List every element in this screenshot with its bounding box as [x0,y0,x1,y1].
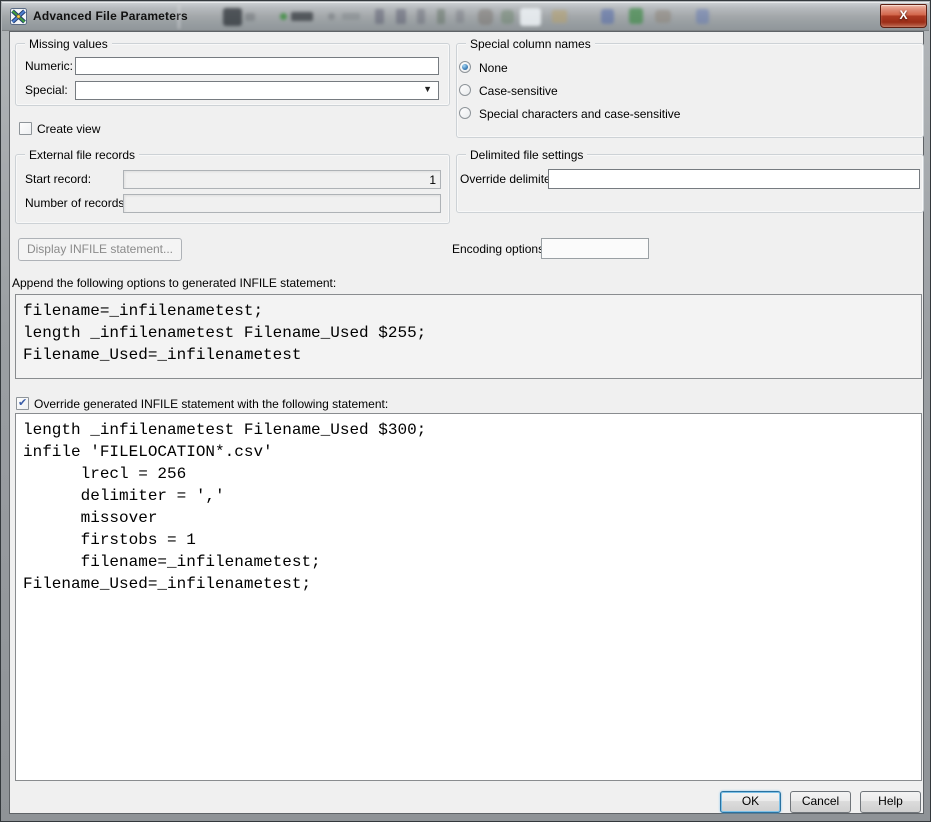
start-record-input[interactable] [123,170,441,189]
override-statement-checkbox[interactable] [16,396,29,410]
blurred-toolbar-icon [629,8,643,24]
numeric-label: Numeric: [25,59,74,73]
start-record-label: Start record: [25,172,92,186]
group-external-file-records-label: External file records [25,148,140,162]
override-delimiter-input[interactable] [548,169,920,189]
radio-special-characters-label[interactable]: Special characters and case-sensitive [479,107,680,121]
number-of-records-label: Number of records: [25,196,128,210]
override-statement-code[interactable]: length _infilenametest Filename_Used $30… [15,413,922,781]
group-delimited-file-settings-label: Delimited file settings [466,148,588,162]
display-infile-statement-button[interactable]: Display INFILE statement... [18,238,182,261]
dialog-window: Advanced File Parameters X Missing value… [0,0,931,822]
group-special-column-names-label: Special column names [466,37,595,51]
blurred-toolbar-icon [375,9,384,24]
blurred-toolbar-icon [223,8,242,26]
blurred-toolbar-icon [342,13,360,20]
blurred-toolbar-icon [178,5,180,29]
override-statement-label: Override generated INFILE statement with… [34,397,389,411]
group-missing-values-label: Missing values [25,37,112,51]
blurred-toolbar-icon [501,10,514,24]
append-options-label: Append the following options to generate… [12,276,337,290]
app-icon [10,8,27,25]
number-of-records-input[interactable] [123,194,441,213]
window-title: Advanced File Parameters [33,9,188,23]
blurred-toolbar-icon [328,13,335,20]
radio-special-characters[interactable] [459,107,471,119]
blurred-toolbar-icon [280,13,287,20]
create-view-checkbox[interactable] [19,122,32,135]
blurred-toolbar-icon [291,12,313,21]
override-delimiter-label: Override delimiter: [460,172,559,186]
help-button-label: Help [878,794,903,808]
blurred-toolbar-icon [396,9,406,24]
chevron-down-icon[interactable]: ▼ [423,84,432,94]
ok-button-label: OK [741,794,760,808]
close-icon: X [899,8,908,22]
dialog-content: Missing values Numeric: Special: ▼ Creat… [9,31,924,814]
blurred-toolbar-icon [655,10,671,23]
blurred-toolbar-icon [601,9,614,24]
special-label: Special: [25,83,68,97]
radio-none-label[interactable]: None [479,61,508,75]
help-button[interactable]: Help [860,791,921,813]
blurred-toolbar-icon [417,9,425,24]
blurred-toolbar-icon [245,13,255,21]
titlebar[interactable]: Advanced File Parameters X [2,2,929,31]
encoding-options-label: Encoding options: [452,242,548,256]
cancel-button-label: Cancel [801,794,840,808]
blurred-toolbar-icon [696,9,709,24]
radio-none[interactable] [459,61,471,73]
close-button[interactable]: X [880,4,927,28]
group-external-file-records: External file records [15,148,450,224]
blurred-toolbar-icon [456,10,464,23]
blurred-toolbar-icon [552,10,567,23]
radio-case-sensitive[interactable] [459,84,471,96]
create-view-label: Create view [37,122,101,136]
special-combobox[interactable]: ▼ [75,81,439,100]
radio-case-sensitive-label[interactable]: Case-sensitive [479,84,558,98]
encoding-options-input[interactable] [541,238,649,259]
blurred-toolbar-icon [437,9,445,24]
blurred-toolbar-icon [520,8,541,26]
append-options-code[interactable]: filename=_infilenametest; length _infile… [15,294,922,379]
blurred-toolbar-icon [478,9,493,25]
cancel-button[interactable]: Cancel [790,791,851,813]
display-infile-statement-label: Display INFILE statement... [26,242,174,256]
ok-button[interactable]: OK [720,791,781,813]
numeric-input[interactable] [75,57,439,75]
